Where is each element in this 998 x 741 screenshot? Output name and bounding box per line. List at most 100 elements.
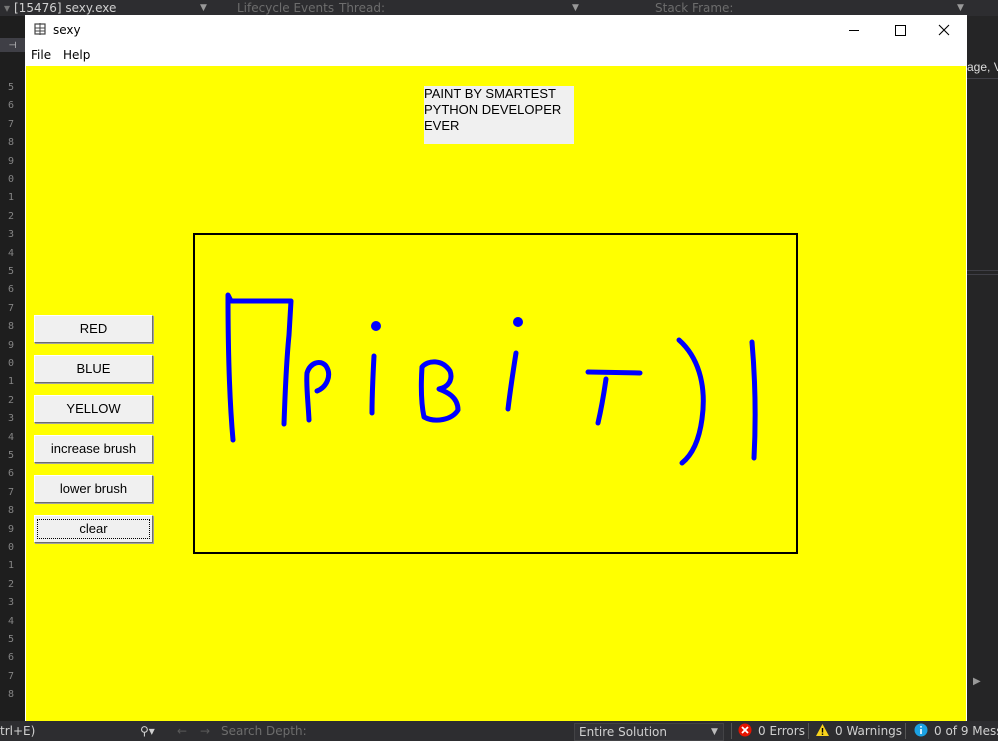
line-number: 2 [7,578,14,590]
ide-debug-toolbar: ▾ [15476] sexy.exe ▼ Lifecycle Events Th… [0,0,998,16]
ide-lifecycle-events[interactable]: Lifecycle Events [237,0,334,16]
ide-messages-filter[interactable]: 0 of 9 Messa [934,721,998,741]
ide-stack-frame-label: Stack Frame: [655,1,734,15]
line-number: 0 [7,358,14,369]
line-number: 5 [7,82,14,93]
line-number: 0 [7,542,14,553]
line-number: 6 [7,652,14,664]
ide-process-selector[interactable]: [15476] sexy.exe [14,0,116,16]
line-number: 1 [7,560,14,572]
ide-dropdown-arrow-icon: ▾ [4,1,11,15]
drawing-strokes [225,292,758,466]
line-number: 7 [7,670,14,682]
stroke-i-dot-2 [513,317,523,327]
red-color-button[interactable]: RED [34,315,153,343]
ide-status-bar: trl+E) ⚲▾ ← → Search Depth: Entire Solut… [0,721,998,741]
stroke-letter-i-1 [369,353,377,416]
title-banner: PAINT BY SMARTEST PYTHON DEVELOPER EVER [424,86,574,144]
line-number: 6 [7,284,14,296]
divider [967,270,998,271]
line-number: 9 [7,339,14,351]
line-number: 6 [7,100,14,112]
line-number: 5 [7,450,14,461]
maximize-button[interactable] [877,15,923,45]
ide-right-panel: age, V ▶ [967,16,998,721]
line-number: 4 [7,431,14,443]
divider [967,78,998,79]
line-number: 9 [7,523,14,535]
blue-color-button[interactable]: BLUE [34,355,153,383]
title-bar[interactable]: sexy [25,15,967,45]
line-number: 7 [7,118,14,130]
chevron-down-icon: ▼ [572,3,579,13]
stroke-bar [749,339,758,461]
ide-pin-tab[interactable]: ⊣ [0,38,25,52]
error-icon [738,721,752,741]
line-number: 3 [7,597,14,609]
close-button[interactable] [921,15,967,45]
stroke-letter-pi [225,292,294,443]
line-number: 4 [7,247,14,259]
stroke-paren [676,337,706,466]
window-title: sexy [53,23,81,37]
line-number: 7 [7,486,14,498]
stroke-i-dot-1 [371,321,381,331]
chevron-down-icon: ▼ [200,3,207,13]
paint-canvas[interactable]: PAINT BY SMARTEST PYTHON DEVELOPER EVER … [26,66,966,721]
drawing-area[interactable] [193,233,798,554]
line-number: 9 [7,155,14,167]
line-number: 8 [7,321,14,333]
ide-errors-filter[interactable]: 0 Errors [758,721,805,741]
line-number: 3 [7,413,14,425]
forward-arrow-icon[interactable]: → [200,721,210,741]
ide-thread-label: Thread: [339,1,386,15]
ide-warnings-filter[interactable]: 0 Warnings [835,721,902,741]
feather-app-icon [34,23,46,35]
line-number: 6 [7,468,14,480]
stroke-letter-i-2 [505,350,519,412]
chevron-down-icon: ▼ [711,727,718,737]
line-number: 7 [7,302,14,314]
line-number: 4 [7,615,14,627]
clear-button[interactable]: clear [34,515,153,543]
banner-label: PAINT BY SMARTEST PYTHON DEVELOPER EVER [424,86,562,133]
divider [967,274,998,275]
ide-editor-gutter: ⊣ 5 6 7 8 9 0 1 2 3 4 5 6 7 8 9 0 1 2 3 4 5 6 7 8 9 0 1 2 3 4 5 6 7 8 [0,16,25,721]
close-icon [938,24,950,36]
stroke-letter-t-top [585,369,643,376]
stroke-letter-t-stem [595,376,609,426]
stroke-letter-r [304,360,332,423]
ide-scope-select[interactable]: Entire Solution ▼ [574,723,724,741]
search-icon[interactable]: ⚲▾ [140,721,155,741]
back-arrow-icon[interactable]: ← [177,721,187,741]
line-number: 1 [7,376,14,388]
scroll-right-icon[interactable]: ▶ [973,676,981,687]
menu-file[interactable]: File [31,45,51,65]
line-number: 5 [7,266,14,277]
line-number: 8 [7,137,14,149]
minimize-button[interactable] [831,15,877,45]
ide-scope-value: Entire Solution [579,725,667,739]
line-number: 2 [7,394,14,406]
ide-shortcut-hint: trl+E) [0,724,36,738]
line-number: 5 [7,634,14,645]
line-number: 2 [7,210,14,222]
maximize-icon [895,25,906,36]
line-number: 0 [7,174,14,185]
yellow-color-button[interactable]: YELLOW [34,395,153,423]
menu-help[interactable]: Help [63,45,90,65]
info-icon [914,721,928,741]
line-number: 8 [7,505,14,517]
app-window: sexy File Help PAINT BY SMARTEST PYTHON … [25,15,967,721]
chevron-down-icon: ▼ [957,3,964,13]
minimize-icon [849,30,859,31]
divider [905,723,906,739]
warning-icon [815,721,830,741]
ide-search-depth-label: Search Depth: [221,724,307,738]
lower-brush-button[interactable]: lower brush [34,475,153,503]
increase-brush-button[interactable]: increase brush [34,435,153,463]
divider [731,723,732,739]
line-number: 1 [7,192,14,204]
stroke-letter-v [418,359,461,423]
line-number: 8 [7,689,14,701]
